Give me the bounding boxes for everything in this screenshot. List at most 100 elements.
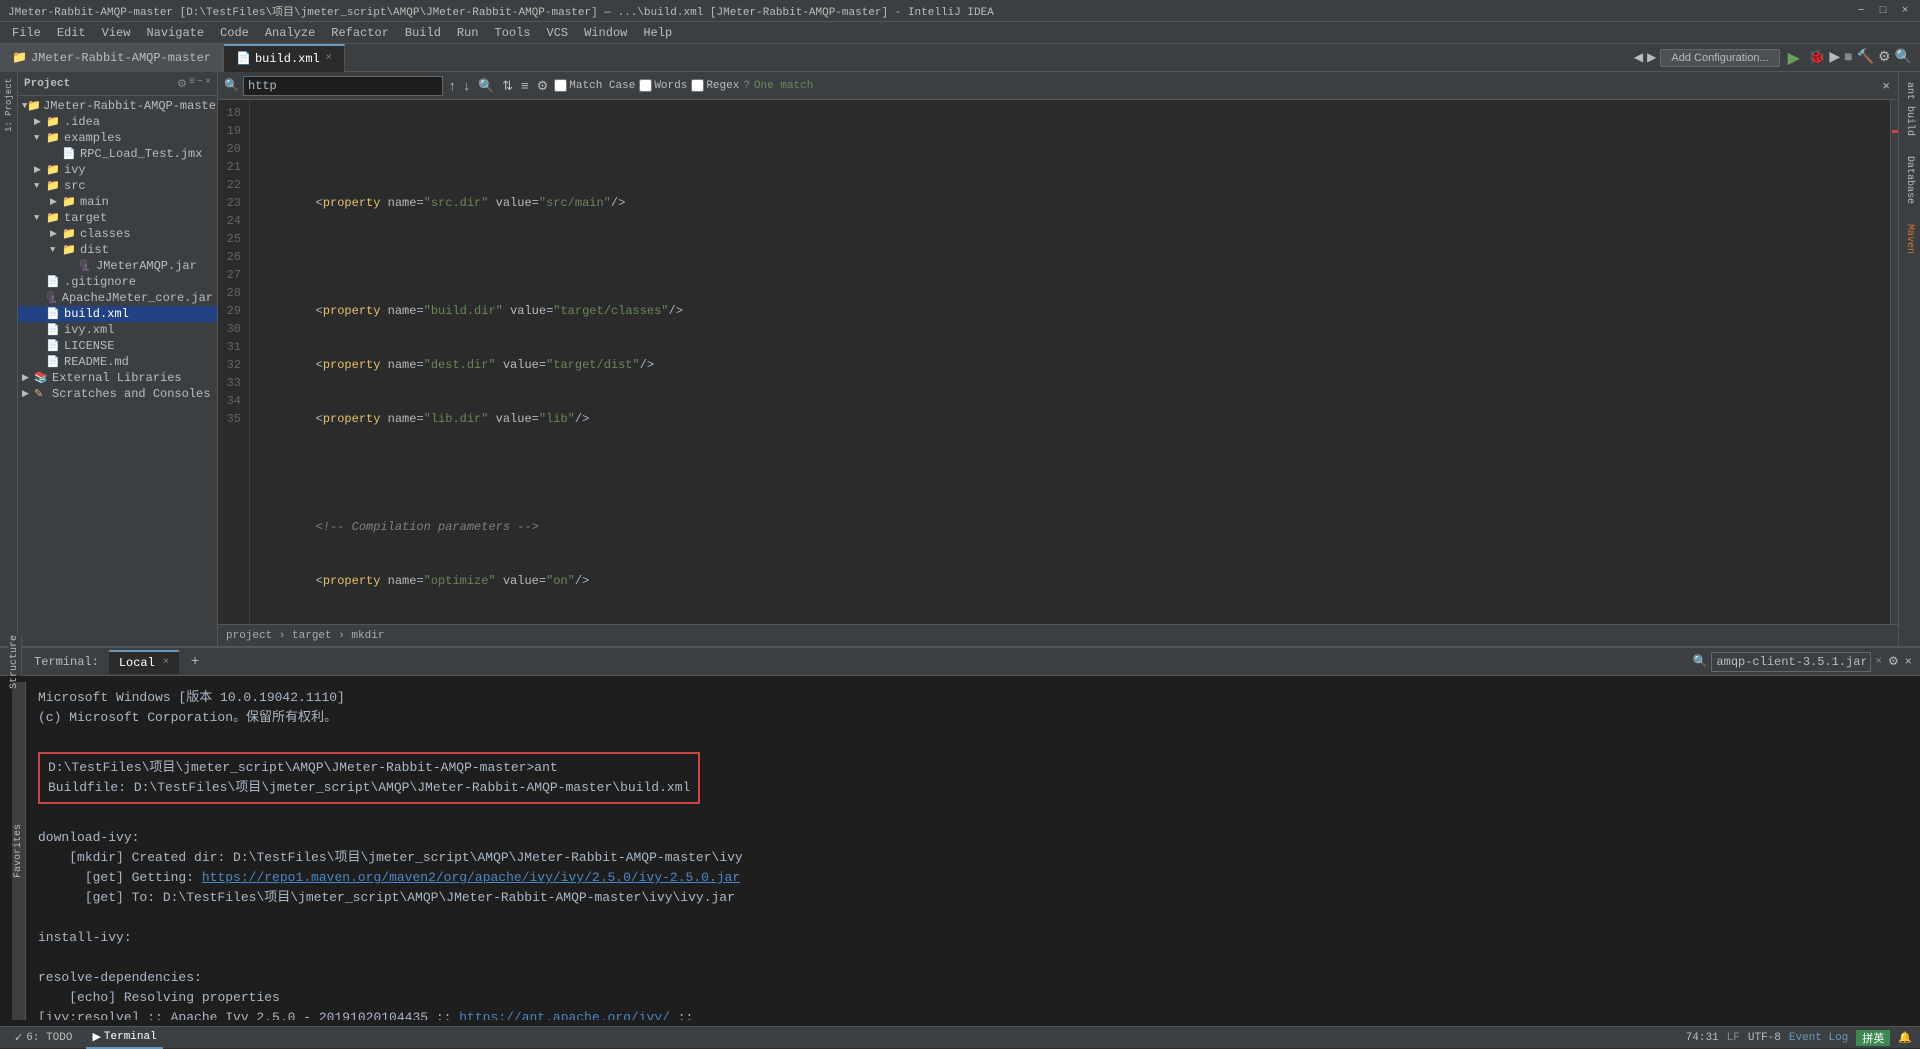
minimize-button[interactable]: − <box>1854 4 1868 18</box>
terminal-settings-icon[interactable]: ⚙ <box>1888 654 1899 669</box>
terminal-close-icon[interactable]: × <box>1905 655 1912 669</box>
navigate-forward-icon[interactable]: ▶ <box>1647 50 1656 65</box>
close-tab-icon[interactable]: × <box>326 53 332 64</box>
menu-analyze[interactable]: Analyze <box>257 24 323 42</box>
terminal-line-8: [get] To: D:\TestFiles\项目\jmeter_script\… <box>38 888 1896 908</box>
todo-tab[interactable]: ✓ 6: TODO <box>8 1027 78 1049</box>
collapse-icon[interactable]: − <box>197 77 203 91</box>
file-tab-buildxml[interactable]: 📄 build.xml × <box>224 44 345 72</box>
tree-src[interactable]: ▼ 📁 src <box>18 178 217 194</box>
replace-options-button[interactable]: ⇅ <box>500 78 515 94</box>
tree-jmeter-amqp-jar[interactable]: 🗜 JMeterAMQP.jar <box>18 258 217 274</box>
stop-button[interactable]: ■ <box>1844 50 1852 66</box>
menu-help[interactable]: Help <box>635 24 680 42</box>
new-terminal-button[interactable]: + <box>187 654 203 670</box>
menu-edit[interactable]: Edit <box>49 24 94 42</box>
tree-examples[interactable]: ▼ 📁 examples <box>18 130 217 146</box>
match-case-checkbox[interactable] <box>554 79 567 92</box>
tree-target[interactable]: ▼ 📁 target <box>18 210 217 226</box>
settings-gear-icon[interactable]: ⚙ <box>177 77 187 91</box>
window-controls: − □ × <box>1854 4 1912 18</box>
tree-scratches[interactable]: ▶ ✎ Scratches and Consoles <box>18 386 217 402</box>
words-checkbox[interactable] <box>639 79 652 92</box>
scroll-indicator[interactable] <box>1890 100 1898 624</box>
terminal-link-2[interactable]: https://ant.apache.org/ivy/ <box>459 1010 670 1020</box>
menu-refactor[interactable]: Refactor <box>323 24 397 42</box>
add-configuration-button[interactable]: Add Configuration... <box>1660 49 1779 67</box>
menu-view[interactable]: View <box>94 24 139 42</box>
filter-button[interactable]: ≡ <box>519 78 531 93</box>
ime-indicator[interactable]: 拼英 <box>1856 1030 1890 1046</box>
tree-main[interactable]: ▶ 📁 main <box>18 194 217 210</box>
menu-run[interactable]: Run <box>449 24 487 42</box>
terminal-bottom-tab[interactable]: ▶ Terminal <box>86 1027 162 1049</box>
words-option[interactable]: Words <box>639 79 687 92</box>
expand-all-icon[interactable]: ≡ <box>189 77 195 91</box>
prev-match-button[interactable]: ↑ <box>447 78 458 93</box>
search-everywhere-icon[interactable]: 🔍 <box>1895 49 1912 66</box>
project-tab[interactable]: 📁 JMeter-Rabbit-AMQP-master <box>0 44 224 72</box>
tree-apache-jmeter-jar[interactable]: 🗜 ApacheJMeter_core.jar <box>18 290 217 306</box>
project-sidebar-icon[interactable]: 1: Project <box>2 74 16 136</box>
run-coverage-button[interactable]: ▶ <box>1829 49 1840 66</box>
code-content[interactable]: 18 19 20 21 22 23 24 25 26 27 28 29 30 3… <box>218 100 1898 624</box>
project-header: Project ⚙ ≡ − × <box>18 72 217 96</box>
terminal-line-blank3 <box>38 908 1896 928</box>
maven-tab[interactable]: Maven <box>1902 218 1917 260</box>
close-panel-icon[interactable]: × <box>205 77 211 91</box>
tree-root[interactable]: ▼ 📁 JMeter-Rabbit-AMQP-master <box>18 98 217 114</box>
find-button[interactable]: 🔍 <box>476 78 496 94</box>
menu-tools[interactable]: Tools <box>487 24 539 42</box>
ant-build-tab[interactable]: ant build <box>1902 76 1917 142</box>
structure-label[interactable]: Structure <box>9 635 20 689</box>
navigate-back-icon[interactable]: ◀ <box>1634 50 1643 65</box>
close-button[interactable]: × <box>1898 4 1912 18</box>
terminal-content[interactable]: Favorites Microsoft Windows [版本 10.0.190… <box>0 676 1920 1026</box>
database-tab[interactable]: Database <box>1902 150 1917 210</box>
run-button[interactable]: ▶ <box>1784 48 1804 68</box>
terminal-search-clear[interactable]: × <box>1875 656 1882 668</box>
menu-code[interactable]: Code <box>212 24 257 42</box>
event-log-label[interactable]: Event Log <box>1789 1032 1848 1044</box>
regex-checkbox[interactable] <box>691 79 704 92</box>
tree-idea[interactable]: ▶ 📁 .idea <box>18 114 217 130</box>
terminal-tab-local[interactable]: Local × <box>109 650 179 674</box>
favorites-label[interactable]: Favorites <box>9 824 29 878</box>
tree-external-libs[interactable]: ▶ 📚 External Libraries <box>18 370 217 386</box>
tree-license[interactable]: 📄 LICENSE <box>18 338 217 354</box>
next-match-button[interactable]: ↓ <box>461 78 472 93</box>
filter-options-button[interactable]: ⚙ <box>535 78 551 94</box>
maximize-button[interactable]: □ <box>1876 4 1890 18</box>
debug-button[interactable]: 🐞 <box>1808 49 1825 66</box>
menu-file[interactable]: File <box>4 24 49 42</box>
tree-readme[interactable]: 📄 README.md <box>18 354 217 370</box>
menu-navigate[interactable]: Navigate <box>138 24 212 42</box>
regex-option[interactable]: Regex <box>691 79 739 92</box>
match-case-option[interactable]: Match Case <box>554 79 635 92</box>
tree-ivyxml[interactable]: 📄 ivy.xml <box>18 322 217 338</box>
terminal-search: 🔍 × <box>1692 652 1882 672</box>
tree-classes[interactable]: ▶ 📁 classes <box>18 226 217 242</box>
todo-label: 6: TODO <box>26 1032 72 1044</box>
build-button[interactable]: 🔨 <box>1857 49 1874 66</box>
terminal-link-1[interactable]: https://repo1.maven.org/maven2/org/apach… <box>202 870 740 885</box>
tree-root-label: JMeter-Rabbit-AMQP-master <box>43 99 217 113</box>
menu-build[interactable]: Build <box>397 24 449 42</box>
terminal-text[interactable]: Microsoft Windows [版本 10.0.19042.1110] (… <box>26 682 1908 1020</box>
help-icon[interactable]: ? <box>743 80 750 92</box>
close-search-button[interactable]: × <box>1880 78 1892 93</box>
notification-icon[interactable]: 🔔 <box>1898 1031 1912 1045</box>
tree-gitignore[interactable]: 📄 .gitignore <box>18 274 217 290</box>
tree-ivy[interactable]: ▶ 📁 ivy <box>18 162 217 178</box>
terminal-line-2: (c) Microsoft Corporation。保留所有权利。 <box>38 708 1896 728</box>
code-lines[interactable]: <property name="src.dir" value="src/main… <box>250 100 1890 624</box>
search-input[interactable] <box>243 76 443 96</box>
menu-window[interactable]: Window <box>576 24 635 42</box>
terminal-search-input[interactable] <box>1711 652 1871 672</box>
settings-icon[interactable]: ⚙ <box>1878 49 1891 66</box>
tree-rpc-load-test[interactable]: 📄 RPC_Load_Test.jmx <box>18 146 217 162</box>
menu-vcs[interactable]: VCS <box>539 24 577 42</box>
tree-dist[interactable]: ▼ 📁 dist <box>18 242 217 258</box>
close-terminal-tab-icon[interactable]: × <box>163 657 169 668</box>
tree-buildxml[interactable]: 📄 build.xml <box>18 306 217 322</box>
